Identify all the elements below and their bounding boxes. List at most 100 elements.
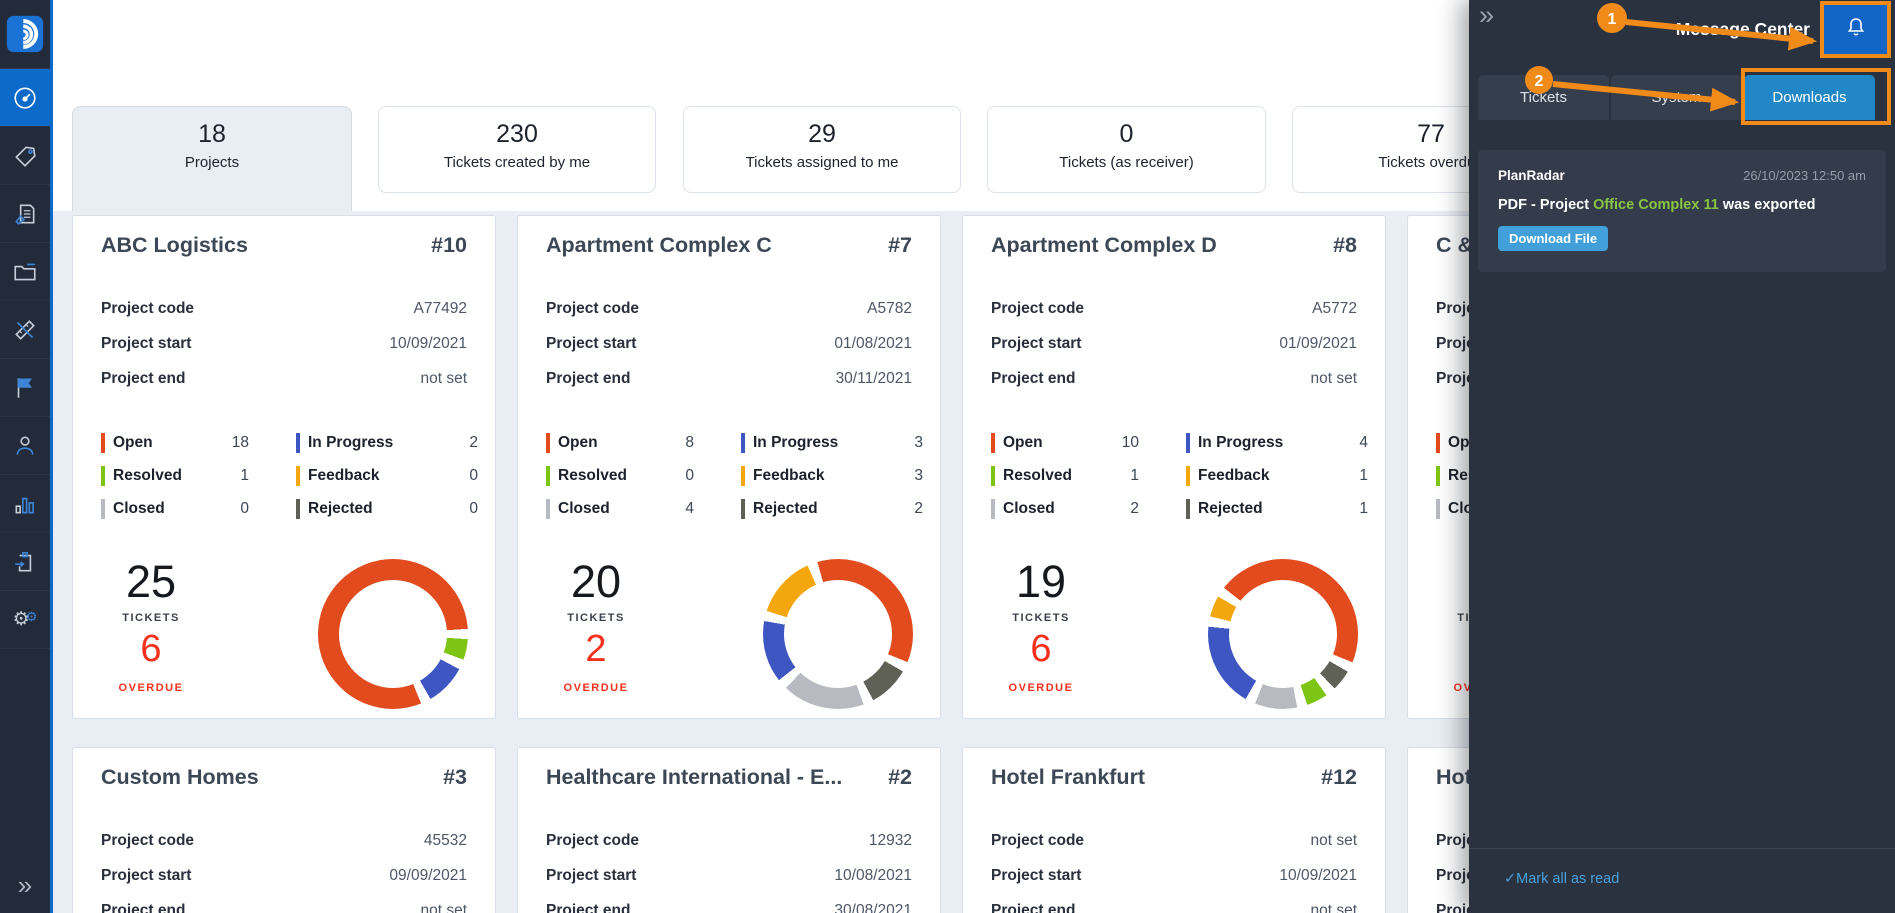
project-start-value: 10/09/2021 [1279,867,1357,884]
status-closed-bar [546,499,550,519]
overdue-label: OVERDUE [563,682,629,694]
status-closed-bar [101,499,105,519]
planradar-logo[interactable] [0,0,50,69]
status-resolved-bar [101,466,105,486]
project-number: #12 [1321,765,1357,789]
project-end-value: not set [1310,370,1357,387]
project-number: #3 [443,765,467,789]
sidebar-item-forms[interactable] [0,533,50,591]
project-name: Hotel Frankfurt [991,765,1146,789]
notification-bell-button[interactable] [1844,15,1868,44]
download-file-button[interactable]: Download File [1498,226,1609,251]
project-start-value: 10/08/2021 [834,867,912,884]
tab-tickets[interactable]: Tickets [1478,75,1609,120]
project-card[interactable]: Apartment Complex C #7 Project code A578… [517,215,941,719]
tab-system[interactable]: System [1611,75,1742,120]
status-summary: Open 8 In Progress 3 Resolved 0 Feedback… [546,432,923,520]
double-chevron-right-icon: » [1479,0,1495,30]
notification-message: PDF - Project Office Complex 11 was expo… [1498,197,1816,213]
stat-value: 29 [808,120,836,148]
status-in-progress: In Progress 4 [1186,432,1368,454]
clipboard-arrow-icon [12,549,38,575]
sidebar-item-contacts[interactable] [0,417,50,475]
status-feedback: Feedback 1 [1186,465,1368,487]
mark-all-as-read-link[interactable]: ✓Mark all as read [1504,871,1619,887]
stat-card-projects[interactable]: 18 Projects [72,106,352,213]
status-open-bar [1436,433,1440,453]
sidebar-item-plans[interactable] [0,185,50,243]
stat-value: 18 [198,120,226,148]
project-end-label: Project end [991,370,1076,387]
sidebar-item-reports[interactable] [0,359,50,417]
project-number: #8 [1333,233,1357,257]
tab-downloads[interactable]: Downloads [1744,75,1875,120]
sidebar-item-measure[interactable] [0,301,50,359]
overdue-count: 6 [1030,628,1052,670]
stat-card-created-by-me[interactable]: 230 Tickets created by me [378,106,656,193]
project-card[interactable]: ABC Logistics #10 Project code A77492 Pr… [72,215,496,719]
donut-hole [784,580,892,688]
stat-value: 0 [1119,120,1134,148]
project-start-label: Project start [546,867,637,884]
status-rejected-bar [1186,499,1190,519]
panel-collapse-button[interactable]: » [1479,0,1494,31]
project-number: #7 [888,233,912,257]
status-rejected-bar [741,499,745,519]
status-donut-chart [1208,559,1358,709]
project-name: C & [1436,233,1474,257]
project-end-value: not set [1310,902,1357,913]
stat-value: 230 [496,120,538,148]
project-end-label: Project end [991,902,1076,913]
overdue-count: 2 [585,628,607,670]
project-card[interactable]: Healthcare International - E... #2 Proje… [517,747,941,913]
project-end-label: Project end [546,902,631,913]
ruler-pencil-icon [12,317,38,343]
project-card[interactable]: Custom Homes #3 Project code 45532 Proje… [72,747,496,913]
notification-item: PlanRadar 26/10/2023 12:50 am PDF - Proj… [1478,150,1886,272]
sidebar-item-projects[interactable] [0,243,50,301]
status-in-progress-bar [1186,433,1190,453]
sidebar-item-statistics[interactable] [0,475,50,533]
annotation-overlay: 1 2 [1525,3,1817,112]
overdue-count: 6 [140,628,162,670]
stat-card-as-receiver[interactable]: 0 Tickets (as receiver) [987,106,1266,193]
project-end-row: Project end not set [991,370,1357,405]
donut-hole [339,580,447,688]
sidebar-expand-button[interactable]: » [0,867,50,903]
sidebar-item-dashboard[interactable] [0,69,50,127]
panel-footer: ✓Mark all as read [1469,848,1895,913]
project-start-label: Project start [101,335,192,352]
sidebar: ⚙⚙ » [0,0,53,913]
status-summary: Open 10 In Progress 4 Resolved 1 Feedbac… [991,432,1368,520]
annotation-circle-1 [1597,3,1627,33]
project-card[interactable]: Apartment Complex D #8 Project code A577… [962,215,1386,719]
project-name: Healthcare International - E... [546,765,843,789]
message-center-title: Message Center [1675,19,1810,39]
tag-icon [12,143,38,169]
project-card[interactable]: Hotel Frankfurt #12 Project code not set… [962,747,1386,913]
stat-card-assigned-to-me[interactable]: 29 Tickets assigned to me [683,106,961,193]
project-start-row: Project start 09/09/2021 [101,867,467,902]
tickets-count: 19 [1015,556,1067,607]
status-feedback-bar [1186,466,1190,486]
status-open-bar [546,433,550,453]
sidebar-item-tickets[interactable] [0,127,50,185]
project-start-value: 09/09/2021 [389,867,467,884]
status-feedback: Feedback 0 [296,465,478,487]
project-code-label: Project code [546,300,640,317]
project-name: Apartment Complex C [546,233,772,257]
project-end-label: Project end [101,902,186,913]
status-resolved: Resolved 1 [991,465,1139,487]
tickets-label: TICKETS [122,612,180,624]
folder-icon [12,259,38,285]
sidebar-item-settings[interactable]: ⚙⚙ [0,591,50,649]
project-code-value: not set [1310,832,1357,849]
project-end-row: Project end 30/11/2021 [546,370,912,405]
project-end-row: Project end not set [991,902,1357,913]
project-start-label: Project start [991,867,1082,884]
stat-label: Tickets created by me [443,154,591,171]
stat-label: Tickets (as receiver) [1059,154,1194,171]
status-resolved-bar [1436,466,1440,486]
project-start-label: Project start [101,867,192,884]
project-name: Apartment Complex D [991,233,1217,257]
